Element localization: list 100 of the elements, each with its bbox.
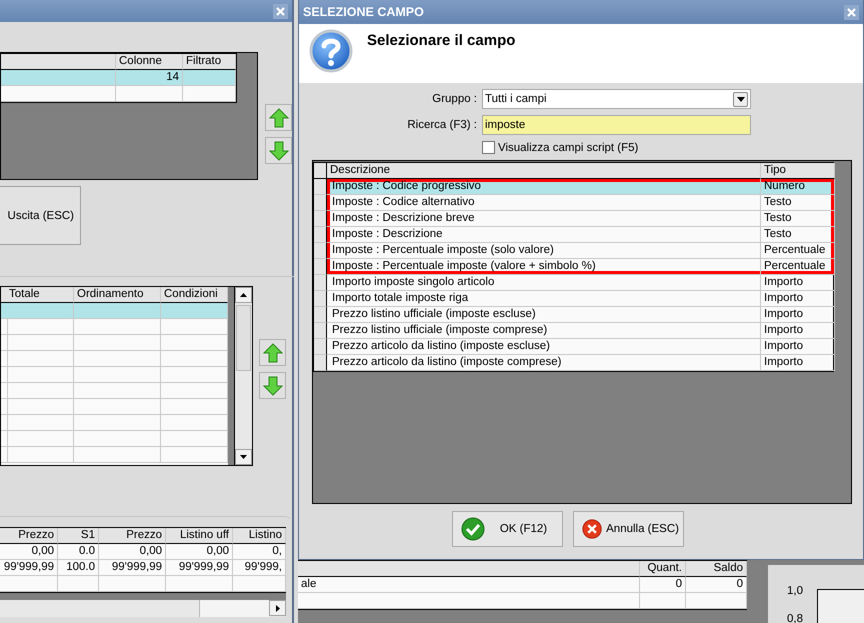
- dialog-heading: Selezionare il campo: [367, 32, 516, 49]
- move-up-button[interactable]: [259, 339, 286, 366]
- table-cell: [58, 576, 99, 592]
- table-cell: [6, 447, 74, 463]
- table-cell: [161, 415, 228, 431]
- column-header: S1: [58, 528, 99, 544]
- table-cell: 99'999,99: [166, 560, 233, 576]
- column-header: Filtrato: [183, 54, 236, 70]
- scrollbar[interactable]: [0, 600, 286, 617]
- table-cell: Testo: [761, 211, 835, 227]
- table-cell: [161, 367, 228, 383]
- table-cell: 0,00: [99, 544, 166, 560]
- column-header: Tipo: [761, 163, 835, 179]
- table-cell: [686, 593, 747, 609]
- column-header: Colonne: [116, 54, 183, 70]
- dropdown-arrow-icon[interactable]: [736, 96, 744, 102]
- column-header: Descrizione: [327, 163, 761, 179]
- table-cell: Numero: [761, 179, 835, 195]
- table-cell: [161, 431, 228, 447]
- table-cell: Percentuale: [761, 259, 835, 275]
- table-cell: [116, 86, 183, 102]
- group-dropdown[interactable]: Tutti i campi: [482, 89, 751, 109]
- table-cell: [6, 383, 74, 399]
- scroll-down-icon[interactable]: [240, 455, 247, 459]
- table-cell: Prezzo listino ufficiale (imposte comprese): [327, 323, 761, 339]
- close-button[interactable]: [273, 4, 288, 18]
- table-cell: [6, 367, 74, 383]
- help-icon: [309, 29, 353, 73]
- close-icon: [582, 517, 602, 541]
- table-cell: [6, 335, 74, 351]
- table-cell: 0,: [233, 544, 286, 560]
- table-cell: Testo: [761, 227, 835, 243]
- close-icon[interactable]: [276, 6, 285, 16]
- close-button[interactable]: [844, 4, 859, 20]
- table-cell: 0,00: [0, 544, 58, 560]
- column-header: Prezzo: [0, 528, 58, 544]
- table-cell: 99'999,99: [0, 560, 58, 576]
- table-cell: 0: [686, 577, 747, 593]
- table-cell: [6, 351, 74, 367]
- table-cell: [6, 415, 74, 431]
- exit-button[interactable]: Uscita (ESC): [0, 186, 81, 245]
- scrollbar-thumb[interactable]: [199, 600, 269, 617]
- ok-button[interactable]: OK (F12): [452, 511, 563, 547]
- column-header: Saldo: [686, 561, 747, 577]
- table-cell: [6, 319, 74, 335]
- table-cell: 99'999,: [233, 560, 286, 576]
- scrollbar-thumb[interactable]: [236, 305, 251, 371]
- table-cell: Imposte : Codice progressivo: [327, 179, 761, 195]
- table-cell: [161, 319, 228, 335]
- column-header: Listino uff: [166, 528, 233, 544]
- table-cell: 99'999,99: [99, 560, 166, 576]
- table-cell: Imposte : Percentuale imposte (valore + simbolo %): [327, 259, 761, 275]
- search-field[interactable]: imposte: [482, 115, 751, 135]
- table-cell: [99, 576, 166, 592]
- table-cell: Importo imposte singolo articolo: [327, 275, 761, 291]
- table-cell: Importo: [761, 339, 835, 355]
- table-cell: Importo: [761, 291, 835, 307]
- table-cell: 0,00: [166, 544, 233, 560]
- close-icon[interactable]: [847, 8, 856, 16]
- plot-area: [817, 589, 864, 623]
- cancel-button[interactable]: Annulla (ESC): [573, 511, 684, 547]
- table-cell: Importo totale imposte riga: [327, 291, 761, 307]
- column-header: Ordinamento: [74, 287, 161, 303]
- table-cell: Percentuale: [761, 243, 835, 259]
- move-down-button[interactable]: [259, 372, 286, 399]
- table-cell: Testo: [761, 195, 835, 211]
- field-label: Gruppo :: [431, 93, 477, 105]
- column-header: Quant.: [640, 561, 686, 577]
- table-cell: Imposte : Descrizione: [327, 227, 761, 243]
- scrollbar[interactable]: [234, 287, 252, 465]
- scroll-up-icon[interactable]: [240, 293, 247, 297]
- table-cell: 0.0: [58, 544, 99, 560]
- column-header: Totale: [6, 287, 74, 303]
- table-cell: [183, 86, 236, 102]
- table-cell: Imposte : Percentuale imposte (solo valore): [327, 243, 761, 259]
- table-cell: Prezzo articolo da listino (imposte escluse): [327, 339, 761, 355]
- column-header: Listino: [233, 528, 286, 544]
- axis-label: 1,0: [787, 585, 803, 597]
- table-cell: [0, 576, 58, 592]
- table-cell: [183, 70, 236, 86]
- checkbox[interactable]: [482, 141, 495, 154]
- column-header: Prezzo: [99, 528, 166, 544]
- column-header: Condizioni: [161, 287, 228, 303]
- table-cell: Imposte : Codice alternativo: [327, 195, 761, 211]
- table-cell: [161, 447, 228, 463]
- move-up-button[interactable]: [265, 104, 292, 131]
- move-down-button[interactable]: [265, 137, 292, 164]
- table-cell: Imposte : Descrizione breve: [327, 211, 761, 227]
- scroll-right-icon[interactable]: [276, 604, 280, 612]
- table-cell: [6, 303, 74, 319]
- checkbox-label: Visualizza campi script (F5): [498, 142, 638, 154]
- dialog-title: SELEZIONE CAMPO: [303, 5, 424, 19]
- table-cell: 100.0: [58, 560, 99, 576]
- table-cell: Importo: [761, 323, 835, 339]
- table-cell: [161, 399, 228, 415]
- table-cell: [161, 351, 228, 367]
- table-cell: Prezzo articolo da listino (imposte comprese): [327, 355, 761, 371]
- table-cell: [640, 593, 686, 609]
- table-cell: Prezzo listino ufficiale (imposte escluse): [327, 307, 761, 323]
- checkmark-icon: [461, 517, 485, 541]
